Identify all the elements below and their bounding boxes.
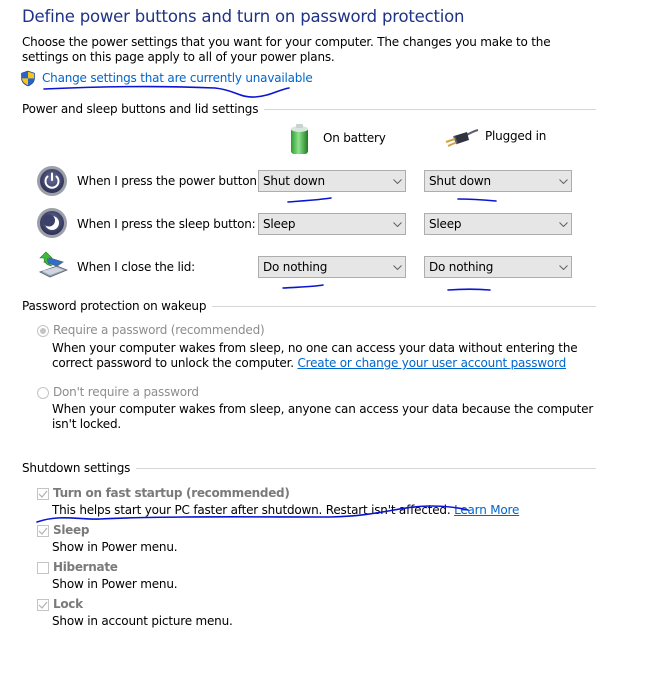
annotation-underline <box>457 198 497 202</box>
item-description: This helps start your PC faster after sh… <box>52 503 597 518</box>
item-description: Show in Power menu. <box>52 577 178 591</box>
column-label: On battery <box>323 131 386 145</box>
sleep-button-icon <box>37 208 67 238</box>
checkbox-label: Lock <box>53 597 83 611</box>
section-heading-label: Power and sleep buttons and lid settings <box>22 102 259 116</box>
column-label: Plugged in <box>485 129 547 143</box>
create-change-password-link[interactable]: Create or change your user account passw… <box>297 356 566 370</box>
option-description: When your computer wakes from sleep, no … <box>52 341 597 371</box>
power-section-heading: Power and sleep buttons and lid settings <box>22 101 596 117</box>
require-password-radio[interactable] <box>37 325 49 337</box>
section-heading-label: Password protection on wakeup <box>22 299 207 313</box>
section-divider <box>212 305 596 307</box>
radio-label: Don't require a password <box>53 385 199 399</box>
lid-plugged-in-dropdown[interactable]: Do nothing <box>424 256 572 278</box>
radio-label: Require a password (recommended) <box>53 323 265 337</box>
page-title: Define power buttons and turn on passwor… <box>22 7 465 26</box>
chevron-down-icon <box>389 221 405 227</box>
laptop-lid-icon <box>38 251 68 278</box>
power-plug-icon <box>445 129 479 147</box>
change-settings-link[interactable]: Change settings that are currently unava… <box>42 71 313 85</box>
dropdown-value: Shut down <box>429 174 491 188</box>
chevron-down-icon <box>555 178 571 184</box>
uac-shield-icon <box>21 70 35 87</box>
item-description: Show in Power menu. <box>52 540 178 554</box>
column-on-battery: On battery <box>289 123 386 155</box>
row-label: When I close the lid: <box>77 260 195 274</box>
row-label: When I press the sleep button: <box>77 217 256 231</box>
annotation-underline <box>447 288 491 291</box>
chevron-down-icon <box>555 221 571 227</box>
section-heading-label: Shutdown settings <box>22 461 131 475</box>
option-description: When your computer wakes from sleep, any… <box>52 402 594 431</box>
checkmark-icon <box>38 490 48 498</box>
column-plugged-in: Plugged in <box>445 127 546 151</box>
section-divider <box>136 467 596 469</box>
sleep-button-on-battery-dropdown[interactable]: Sleep <box>258 213 406 235</box>
annotation-underline <box>287 197 332 203</box>
power-button-plugged-in-dropdown[interactable]: Shut down <box>424 170 572 192</box>
intro-text: Choose the power settings that you want … <box>22 35 551 64</box>
row-label: When I press the power button: <box>77 174 261 188</box>
lid-on-battery-dropdown[interactable]: Do nothing <box>258 256 406 278</box>
section-divider <box>264 108 596 110</box>
chevron-down-icon <box>389 264 405 270</box>
checkmark-icon <box>38 601 48 609</box>
dont-require-password-radio[interactable] <box>37 387 49 399</box>
annotation-underline <box>43 85 290 98</box>
checkmark-icon <box>38 527 48 535</box>
sleep-menu-checkbox[interactable] <box>37 525 49 537</box>
fast-startup-checkbox[interactable] <box>37 488 49 500</box>
shutdown-section-heading: Shutdown settings <box>22 460 596 476</box>
hibernate-menu-checkbox[interactable] <box>37 562 49 574</box>
dropdown-value: Sleep <box>263 217 296 231</box>
learn-more-link[interactable]: Learn More <box>454 503 519 517</box>
lock-menu-checkbox[interactable] <box>37 599 49 611</box>
dropdown-value: Shut down <box>263 174 325 188</box>
dropdown-value: Do nothing <box>263 260 328 274</box>
dropdown-value: Do nothing <box>429 260 494 274</box>
item-description: Show in account picture menu. <box>52 614 233 628</box>
dropdown-value: Sleep <box>429 217 462 231</box>
sleep-button-plugged-in-dropdown[interactable]: Sleep <box>424 213 572 235</box>
power-button-icon <box>37 166 67 196</box>
password-section-heading: Password protection on wakeup <box>22 298 596 314</box>
annotation-underline <box>282 284 324 289</box>
chevron-down-icon <box>389 178 405 184</box>
checkbox-label: Sleep <box>53 523 90 537</box>
power-button-on-battery-dropdown[interactable]: Shut down <box>258 170 406 192</box>
radio-selected-dot <box>40 328 46 334</box>
chevron-down-icon <box>555 264 571 270</box>
checkbox-label: Turn on fast startup (recommended) <box>53 486 290 500</box>
checkbox-label: Hibernate <box>53 560 118 574</box>
description-text: This helps start your PC faster after sh… <box>52 503 451 517</box>
battery-icon <box>291 124 308 154</box>
